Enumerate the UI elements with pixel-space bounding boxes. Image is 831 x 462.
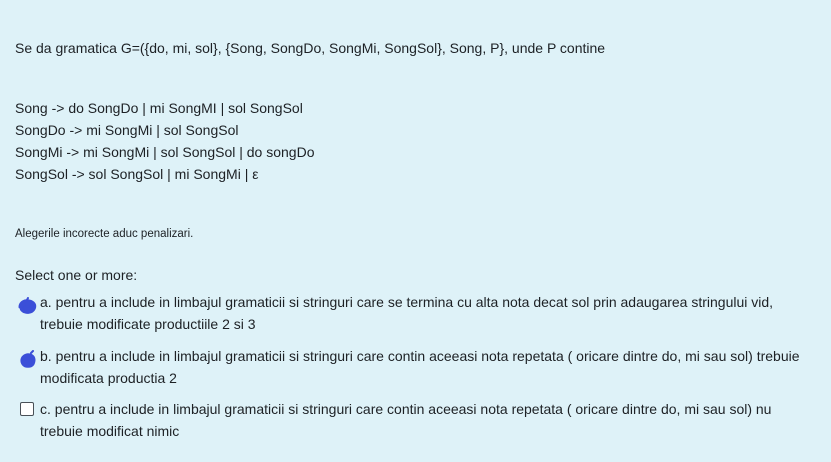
option-c-number: c.: [40, 401, 51, 417]
answer-option-b[interactable]: b. pentru a include in limbajul gramatic…: [20, 345, 815, 389]
question-intro: Se da gramatica G=({do, mi, sol}, {Song,…: [15, 40, 606, 56]
option-b-checkbox[interactable]: [20, 349, 36, 368]
option-c-label[interactable]: c. pentru a include in limbajul gramatic…: [20, 398, 815, 442]
penalty-note: Alegerile incorecte aduc penalizari.: [15, 228, 194, 240]
production-rule-3: SongMi -> mi SongMi | sol SongSol | do s…: [15, 144, 315, 160]
option-a-label[interactable]: a. pentru a include in limbajul gramatic…: [20, 291, 815, 335]
production-rules: Song -> do SongDo | mi SongMI | sol Song…: [15, 97, 314, 185]
option-c-checkbox[interactable]: [20, 402, 34, 416]
answer-option-c[interactable]: c. pentru a include in limbajul gramatic…: [20, 398, 815, 442]
production-rule-2: SongDo -> mi SongMi | sol SongSol: [15, 122, 239, 138]
answer-prompt: Select one or more:: [15, 267, 138, 283]
option-b-number: b.: [40, 348, 52, 364]
production-rule-4: SongSol -> sol SongSol | mi SongMi | ε: [15, 166, 259, 182]
option-a-text: pentru a include in limbajul gramaticii …: [40, 294, 774, 332]
option-c-text: pentru a include in limbajul gramaticii …: [40, 401, 772, 439]
option-a-number: a.: [40, 294, 52, 310]
answer-option-a[interactable]: a. pentru a include in limbajul gramatic…: [18, 291, 815, 335]
scribble-icon: [20, 350, 36, 368]
production-rule-1: Song -> do SongDo | mi SongMI | sol Song…: [15, 100, 303, 116]
scribble-icon: [18, 297, 37, 314]
option-b-text: pentru a include in limbajul gramaticii …: [40, 348, 800, 386]
option-b-label[interactable]: b. pentru a include in limbajul gramatic…: [20, 345, 815, 389]
option-a-checkbox[interactable]: [18, 295, 37, 314]
